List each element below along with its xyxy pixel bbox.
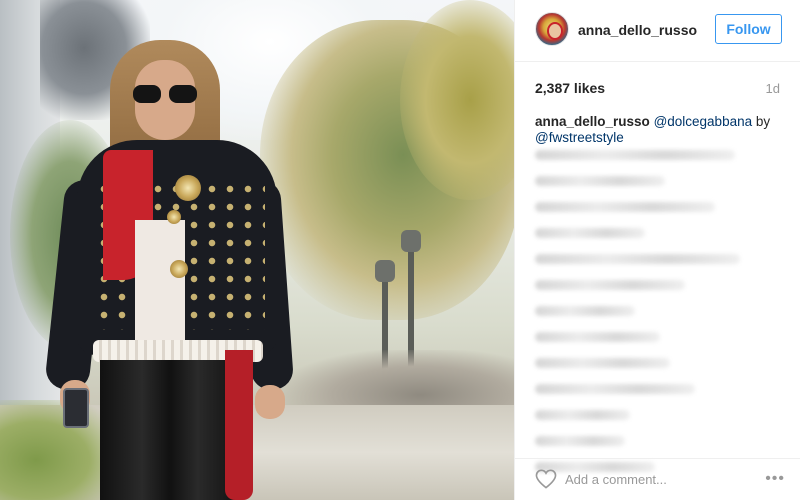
caption-username[interactable]: anna_dello_russo [535,114,650,129]
sequin-pants [100,360,240,500]
post-photo[interactable] [0,0,514,500]
blurred-comment [535,150,735,160]
post-sidebar: anna_dello_russo Follow 2,387 likes 1d a… [514,0,800,500]
brooch [175,175,201,201]
blurred-comment [535,280,685,290]
caption-text: by [755,114,771,129]
likes-count[interactable]: 2,387 likes [535,80,605,96]
comment-input[interactable] [565,468,755,490]
post-header: anna_dello_russo Follow [515,0,800,62]
mention-link[interactable]: @fwstreetstyle [535,130,624,145]
more-options-icon[interactable]: ••• [765,469,785,489]
hand [255,385,285,419]
author-username[interactable]: anna_dello_russo [578,22,697,38]
instagram-post: anna_dello_russo Follow 2,387 likes 1d a… [0,0,800,500]
sunglasses [133,85,197,103]
blurred-comment [535,436,625,446]
blurred-comment [535,410,630,420]
blurred-comment [535,358,670,368]
coat-tail [225,350,253,500]
blurred-comment [535,254,740,264]
brooch [170,260,188,278]
blurred-comment [535,332,660,342]
brooch [167,210,181,224]
heart-icon[interactable] [535,469,557,489]
blurred-comment [535,176,665,186]
white-blouse [135,220,185,350]
blurred-comment [535,384,695,394]
blurred-comment [535,202,715,212]
comment-bar: ••• [515,458,800,500]
follow-button[interactable]: Follow [715,14,782,44]
mention-link[interactable]: @dolcegabbana [654,114,753,129]
phone [63,388,89,428]
post-caption: anna_dello_russo @dolcegabbana by @fwstr… [535,114,785,146]
user-avatar[interactable] [535,12,569,46]
blurred-comments [535,150,783,472]
blurred-comment [535,228,645,238]
photo-woman [44,30,295,500]
blurred-comment [535,306,635,316]
post-age[interactable]: 1d [766,81,780,96]
